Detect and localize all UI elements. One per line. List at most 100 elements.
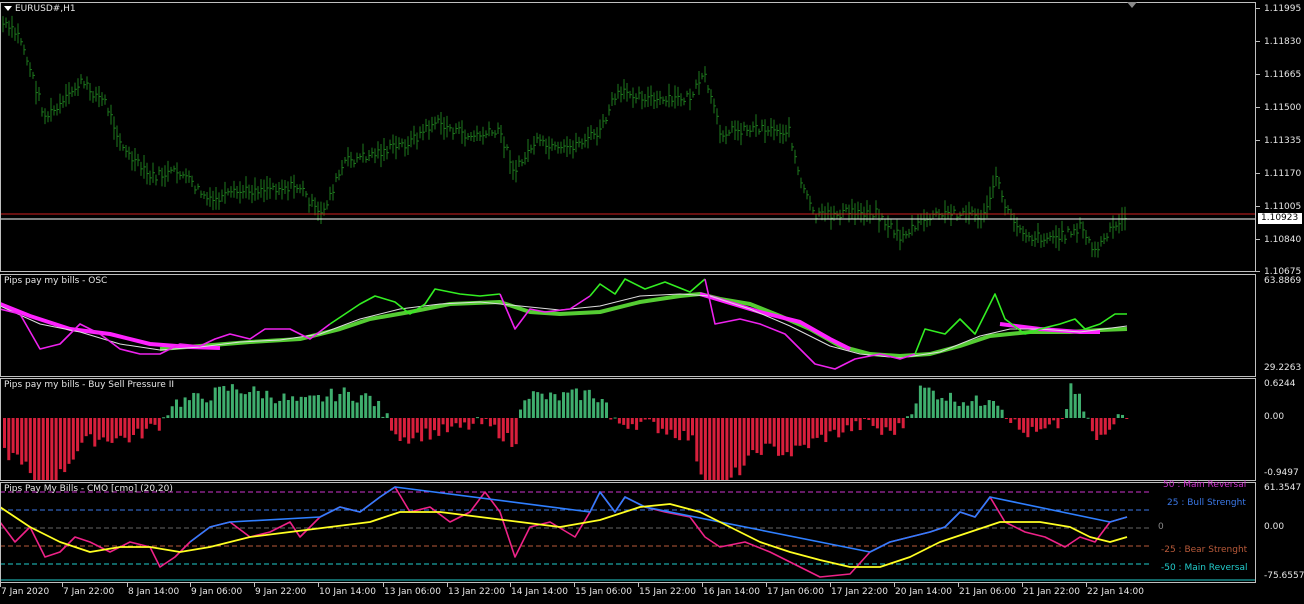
sell-bar xyxy=(785,418,789,453)
sell-bar xyxy=(20,418,24,465)
bsp-scale-zero: 0.00 xyxy=(1264,412,1285,422)
buy-bar xyxy=(355,402,359,418)
sell-bar xyxy=(11,418,15,453)
sell-bar xyxy=(691,418,694,436)
cmo-scale[interactable]: 61.3547 0.00 -75.6557 xyxy=(1256,482,1304,583)
price-tick xyxy=(1256,206,1260,207)
time-axis[interactable]: 7 Jan 2020 7 Jan 22:00 8 Jan 14:00 9 Jan 06… xyxy=(0,583,1304,604)
sell-bar xyxy=(398,418,402,441)
price-chart-pane[interactable]: EURUSD#,H1 xyxy=(0,2,1256,272)
sell-bar xyxy=(402,418,406,438)
bsp-scale-bottom: -0.9497 xyxy=(1264,468,1299,478)
sell-bar xyxy=(41,418,45,481)
time-axis-label: 13 Jan 22:00 xyxy=(448,587,505,597)
buy-bar xyxy=(918,385,922,418)
sell-bar xyxy=(798,418,802,446)
sell-bar xyxy=(772,418,776,447)
sell-bar xyxy=(648,418,651,420)
price-tick xyxy=(1256,8,1260,9)
buy-bar xyxy=(278,400,282,418)
buy-bar xyxy=(1082,411,1086,418)
price-scale-label: 1.11170 xyxy=(1264,169,1302,179)
sell-bar xyxy=(764,418,768,444)
sell-bar xyxy=(678,418,682,441)
buy-sell-pressure-pane[interactable]: Pips pay my bills - Buy Sell Pressure II xyxy=(0,378,1256,481)
sell-bar xyxy=(738,418,742,476)
sell-bar xyxy=(1090,418,1094,432)
price-tick xyxy=(1256,41,1260,42)
symbol-title[interactable]: EURUSD#,H1 xyxy=(4,4,76,14)
sell-bar xyxy=(725,418,729,481)
buy-bar xyxy=(226,390,230,418)
dropdown-triangle-icon[interactable] xyxy=(4,6,12,11)
buy-bar xyxy=(329,388,333,418)
cmo-indicator-pane[interactable]: Pips Pay My Bills - CMO [cmo] (20,20) 50… xyxy=(0,480,1256,583)
sell-bar xyxy=(33,418,37,481)
sell-bar xyxy=(1030,418,1034,427)
sell-bar xyxy=(407,418,411,444)
buy-bar xyxy=(256,390,260,418)
buy-bar xyxy=(553,394,557,418)
buy-bar xyxy=(179,406,183,418)
sell-bar xyxy=(471,418,475,424)
osc-scale-top: 63.8869 xyxy=(1264,276,1302,286)
buy-bar xyxy=(316,395,320,418)
buy-bar xyxy=(1121,414,1124,418)
sell-bar xyxy=(617,418,621,424)
time-axis-label: 21 Jan 22:00 xyxy=(1023,587,1080,597)
sell-bar xyxy=(656,418,660,434)
osc-scale[interactable]: 63.8869 29.2263 xyxy=(1256,274,1304,377)
cmo-level-bear-strength: -25 : Bear Strenght xyxy=(1161,545,1247,555)
chart-shift-marker-icon[interactable] xyxy=(1127,2,1137,8)
sell-bar xyxy=(789,418,793,457)
sell-bar xyxy=(1035,418,1038,432)
price-scale[interactable]: 1.11995 1.11830 1.11665 1.11500 1.11335 1.111… xyxy=(1256,2,1304,277)
bsp-scale-top: 0.6244 xyxy=(1264,379,1296,389)
sell-bar xyxy=(390,418,393,431)
sell-bar xyxy=(80,418,84,443)
buy-bar xyxy=(927,387,931,418)
cmo-level-zero: 0 xyxy=(1158,522,1164,532)
sell-bar xyxy=(1052,418,1056,421)
buy-bar xyxy=(910,414,914,418)
sell-bar xyxy=(815,418,819,438)
buy-bar xyxy=(183,397,187,418)
buy-bar xyxy=(334,401,338,418)
sell-bar xyxy=(794,418,798,446)
chart-window[interactable]: EURUSD#,H1 1.11995 1.11830 1.11665 1.11500 1… xyxy=(0,0,1304,604)
bsp-scale[interactable]: 0.6244 0.00 -0.9497 xyxy=(1256,378,1304,481)
buy-bar xyxy=(983,405,987,418)
buy-bar xyxy=(273,403,277,418)
sell-bar xyxy=(858,418,862,431)
sell-bar xyxy=(802,418,806,445)
buy-bar xyxy=(531,391,535,418)
sell-bar xyxy=(867,418,871,420)
buy-bar xyxy=(192,392,196,418)
buy-bar xyxy=(536,392,540,418)
sell-bar xyxy=(28,418,32,474)
sell-bar xyxy=(807,418,811,449)
sell-bar xyxy=(123,418,127,438)
sell-bar xyxy=(1125,418,1129,419)
sell-bar xyxy=(1047,418,1051,425)
buy-bar xyxy=(966,405,970,418)
sell-bar xyxy=(811,418,815,439)
sell-bar xyxy=(1017,418,1021,430)
buy-bar xyxy=(248,392,252,418)
price-tick xyxy=(1256,173,1260,174)
sell-bar xyxy=(157,418,161,431)
osc-indicator-pane[interactable]: Pips pay my bills - OSC xyxy=(0,274,1256,377)
buy-bar xyxy=(596,402,600,418)
time-axis-label: 17 Jan 22:00 xyxy=(831,587,888,597)
buy-bar xyxy=(364,393,368,418)
buy-bar xyxy=(1069,383,1073,418)
sell-bar xyxy=(1022,418,1026,433)
buy-bar xyxy=(931,390,935,418)
sell-bar xyxy=(751,418,755,451)
time-axis-label: 9 Jan 06:00 xyxy=(191,587,243,597)
buy-bar xyxy=(587,389,591,418)
cmo-level-text: 0 xyxy=(1158,522,1164,532)
sell-bar xyxy=(67,418,71,464)
time-axis-label: 9 Jan 22:00 xyxy=(255,587,307,597)
sell-bar xyxy=(1013,418,1017,420)
